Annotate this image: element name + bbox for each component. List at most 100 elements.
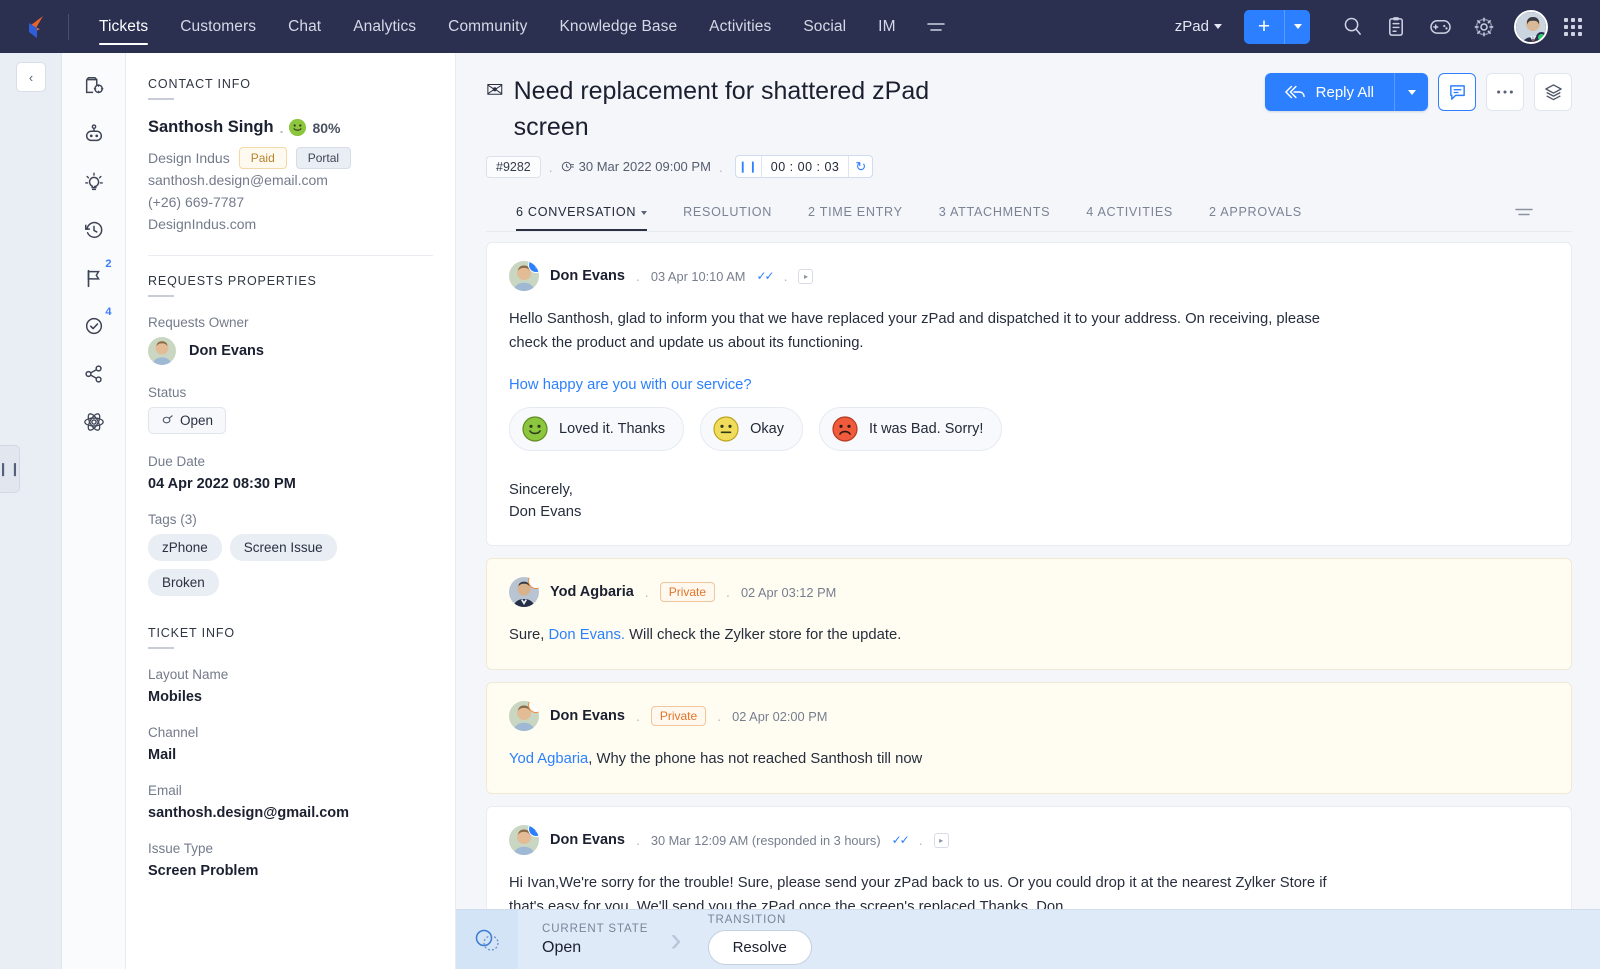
online-status-dot <box>1536 31 1546 42</box>
nav-item-chat[interactable]: Chat <box>272 2 337 51</box>
reply-dropdown-caret[interactable] <box>1394 73 1428 111</box>
add-button[interactable]: + <box>1244 9 1284 44</box>
survey-option-loved[interactable]: Loved it. Thanks <box>509 407 685 451</box>
notes-icon[interactable] <box>1374 5 1418 49</box>
drag-handle[interactable]: ❙❙ <box>0 445 20 493</box>
insight-bulb-icon[interactable] <box>71 159 117 205</box>
tag-chip[interactable]: Screen Issue <box>229 534 337 561</box>
happy-face-icon <box>522 416 548 442</box>
flag-icon[interactable]: 2 <box>71 255 117 301</box>
collapse-panel-button[interactable]: ‹ <box>16 62 46 92</box>
timer-pause-button[interactable]: ❙❙ <box>736 156 762 177</box>
status-label: Status <box>148 385 187 400</box>
requests-owner-value[interactable]: Don Evans <box>148 337 433 365</box>
bot-icon[interactable] <box>71 111 117 157</box>
gamification-icon[interactable] <box>1418 5 1462 49</box>
survey-option-bad[interactable]: It was Bad. Sorry! <box>818 407 1003 451</box>
history-clock-icon[interactable] <box>71 207 117 253</box>
requests-owner-name: Don Evans <box>189 343 264 359</box>
due-date-label: Due Date <box>148 454 206 469</box>
search-icon[interactable] <box>1330 5 1374 49</box>
tab-resolution[interactable]: RESOLUTION <box>665 196 790 231</box>
email-value[interactable]: santhosh.design@gmail.com <box>148 805 433 821</box>
status-badge[interactable]: Open <box>148 407 227 434</box>
layers-icon[interactable] <box>1534 73 1572 111</box>
channel-label: Channel <box>148 725 199 740</box>
resolve-button[interactable]: Resolve <box>707 930 812 965</box>
filter-lines-icon[interactable] <box>1504 197 1544 231</box>
message-body: Sure, Don Evans. Will check the Zylker s… <box>509 623 1339 647</box>
nav-item-analytics[interactable]: Analytics <box>337 2 432 51</box>
separator: . <box>717 708 722 724</box>
nav-item-social[interactable]: Social <box>787 2 862 51</box>
survey-question-link[interactable]: How happy are you with our service? <box>509 377 1549 393</box>
tab-time-entry[interactable]: 2 TIME ENTRY <box>790 196 921 231</box>
nav-item-tickets[interactable]: Tickets <box>83 2 164 51</box>
nav-item-knowledge-base[interactable]: Knowledge Base <box>543 2 693 51</box>
more-dots-icon[interactable] <box>1486 73 1524 111</box>
message-expand-icon[interactable]: ▸ <box>798 268 814 284</box>
message-body: Yod Agbaria, Why the phone has not reach… <box>509 747 1339 771</box>
comment-icon[interactable] <box>1438 73 1476 111</box>
apps-grid-icon[interactable] <box>1564 17 1582 36</box>
tab-approvals[interactable]: 2 APPROVALS <box>1191 196 1320 231</box>
status-field: Status Open <box>148 385 433 434</box>
message-card: ✎ Yod Agbaria . Private . 02 Apr 03:12 P… <box>486 558 1572 670</box>
separator: . <box>548 158 553 175</box>
atom-icon[interactable] <box>71 399 117 445</box>
share-icon[interactable] <box>71 351 117 397</box>
ticket-created: 30 Mar 2022 09:00 PM <box>561 159 711 174</box>
tab-activities[interactable]: 4 ACTIVITIES <box>1068 196 1191 231</box>
message-expand-icon[interactable]: ▸ <box>933 832 949 848</box>
conversation-thread[interactable]: ↑ Don Evans . 03 Apr 10:10 AM ✓✓ . ▸ Hel… <box>456 232 1600 969</box>
ticket-settings-icon[interactable] <box>71 63 117 109</box>
timer-value: 00 : 00 : 03 <box>770 159 840 174</box>
channel-value: Mail <box>148 747 177 763</box>
contact-website[interactable]: DesignIndus.com <box>148 213 433 235</box>
nav-item-im[interactable]: IM <box>862 2 911 51</box>
contact-phone[interactable]: (+26) 669-7787 <box>148 191 433 213</box>
nav-more-icon[interactable] <box>912 20 960 34</box>
ticket-created-value: 30 Mar 2022 09:00 PM <box>578 159 711 174</box>
due-date-value[interactable]: 04 Apr 2022 08:30 PM <box>148 476 433 492</box>
nav-divider <box>68 13 69 40</box>
ticket-id-badge[interactable]: #9282 <box>486 155 541 178</box>
timer-reset-button[interactable]: ↻ <box>848 156 872 177</box>
read-receipt-icon: ✓✓ <box>891 833 910 847</box>
signoff-line-1: Sincerely, <box>509 482 573 498</box>
nav-item-activities[interactable]: Activities <box>693 2 787 51</box>
message-author: Yod Agbaria <box>550 584 634 600</box>
tab-attachments[interactable]: 3 ATTACHMENTS <box>921 196 1069 231</box>
nav-item-community[interactable]: Community <box>432 2 543 51</box>
ticket-detail-main: ✉ Need replacement for shattered zPad sc… <box>456 53 1600 969</box>
tab-conversation[interactable]: 6 CONVERSATION <box>516 196 665 231</box>
contact-name[interactable]: Santhosh Singh <box>148 118 274 137</box>
reply-all-icon <box>1284 85 1305 99</box>
contact-email[interactable]: santhosh.design@email.com <box>148 169 433 191</box>
reply-all-button[interactable]: Reply All <box>1264 73 1394 111</box>
approval-check-icon[interactable]: 4 <box>71 303 117 349</box>
message-time: 02 Apr 02:00 PM <box>732 708 828 724</box>
chat-bubbles-icon[interactable] <box>456 909 518 969</box>
ticket-info-title: TICKET INFO <box>148 626 235 640</box>
tag-chip[interactable]: Broken <box>148 569 219 596</box>
nav-item-customers[interactable]: Customers <box>164 2 272 51</box>
chevron-down-icon <box>1407 89 1416 95</box>
message-time: 02 Apr 03:12 PM <box>740 584 837 600</box>
department-selector[interactable]: zPad <box>1175 18 1222 35</box>
page-title: Need replacement for shattered zPad scre… <box>513 77 930 141</box>
user-avatar[interactable] <box>1514 9 1548 44</box>
section-rule <box>148 647 174 649</box>
zylker-logo[interactable] <box>14 13 60 41</box>
current-state-label: CURRENT STATE <box>542 922 649 935</box>
current-state-block: CURRENT STATE Open <box>518 923 676 957</box>
mention-link[interactable]: Yod Agbaria <box>509 751 588 767</box>
settings-icon[interactable] <box>1462 5 1506 49</box>
add-dropdown-caret[interactable] <box>1284 9 1310 44</box>
mention-link[interactable]: Don Evans. <box>548 627 625 643</box>
tag-chip[interactable]: zPhone <box>148 534 222 561</box>
message-header: ↑ Don Evans . 03 Apr 10:10 AM ✓✓ . ▸ <box>509 261 1549 291</box>
tags-field: Tags (3) zPhone Screen Issue Broken <box>148 512 433 596</box>
survey-option-okay[interactable]: Okay <box>700 407 803 451</box>
happiness-smiley-icon <box>289 119 307 136</box>
